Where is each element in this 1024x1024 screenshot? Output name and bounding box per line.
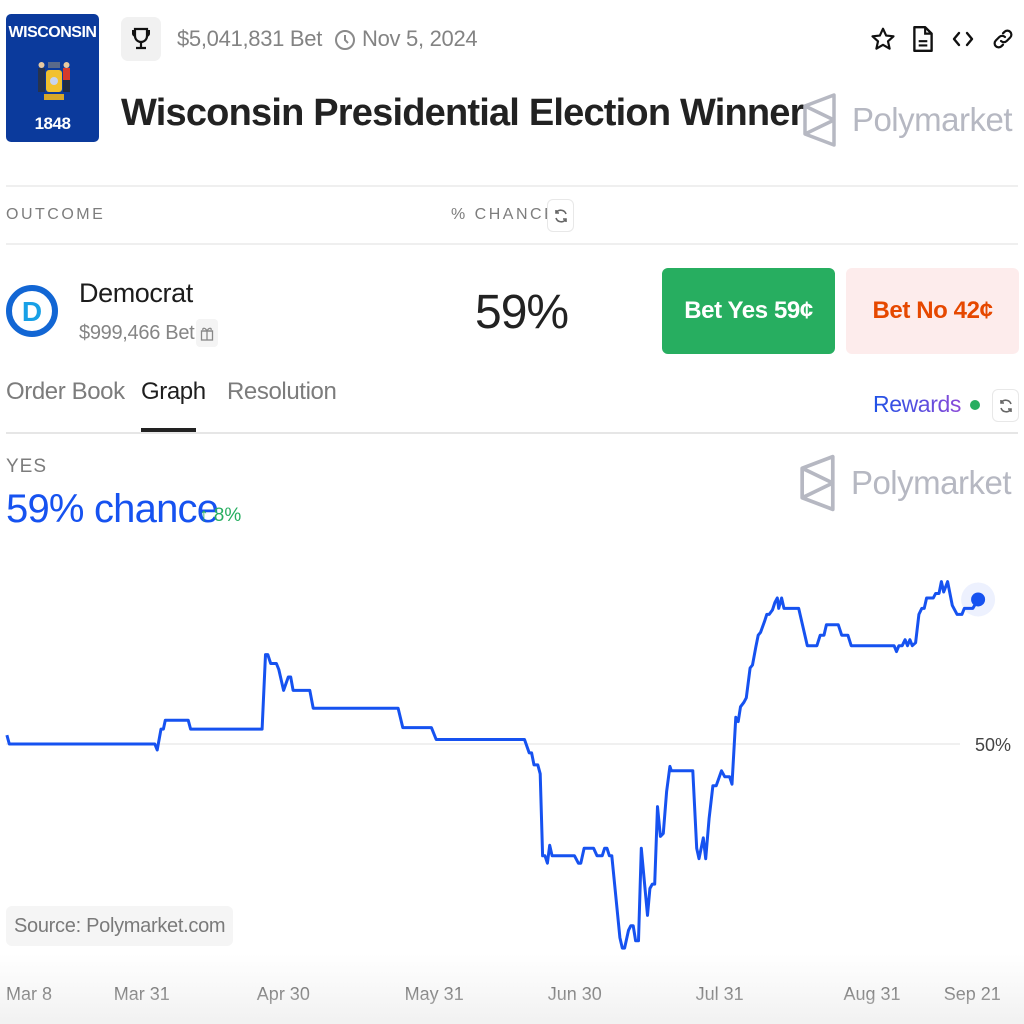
x-tick-label: Aug 31 bbox=[844, 984, 901, 1004]
x-tick-label: Mar 31 bbox=[114, 984, 170, 1004]
market-volume: $5,041,831 Bet bbox=[177, 26, 323, 51]
trophy-icon bbox=[132, 27, 150, 50]
outcome-name: Democrat bbox=[79, 278, 193, 308]
market-flag-image: WISCONSIN 1848 bbox=[6, 14, 99, 142]
rewards-status-dot bbox=[970, 400, 980, 410]
x-tick-label: Jun 30 bbox=[548, 984, 602, 1004]
polymarket-logo-icon bbox=[803, 93, 836, 147]
x-tick-label: Sep 21 bbox=[944, 984, 1001, 1004]
polymarket-logo: Polymarket bbox=[802, 92, 1013, 148]
tab-graph[interactable]: Graph bbox=[141, 378, 206, 406]
tab-order-book[interactable]: Order Book bbox=[6, 378, 125, 406]
state-seal-icon bbox=[38, 62, 70, 100]
outcome-column-header: OUTCOME bbox=[6, 206, 106, 223]
rewards-gift-button[interactable] bbox=[196, 319, 218, 347]
democrat-logo-icon: D bbox=[6, 285, 58, 337]
document-icon bbox=[913, 25, 933, 53]
rewards-link[interactable]: Rewards bbox=[873, 391, 961, 418]
tabs-divider bbox=[6, 432, 1018, 434]
graph-delta-value: 8% bbox=[213, 505, 242, 526]
x-tick-label: Apr 30 bbox=[257, 984, 310, 1004]
polymarket-wordmark: Polymarket bbox=[851, 101, 1013, 138]
header-actions bbox=[870, 24, 1016, 54]
polymarket-wordmark: Polymarket bbox=[850, 464, 1012, 501]
democrat-logo-letter: D bbox=[22, 296, 42, 327]
gift-icon bbox=[200, 327, 214, 341]
tab-resolution[interactable]: Resolution bbox=[227, 378, 337, 406]
favorite-button[interactable] bbox=[870, 24, 896, 54]
swap-outcome-button[interactable] bbox=[992, 389, 1019, 422]
chart-watermark-logo: Polymarket bbox=[799, 452, 1012, 514]
copy-link-button[interactable] bbox=[990, 24, 1016, 54]
market-end-date: Nov 5, 2024 bbox=[362, 26, 478, 51]
graph-delta: ↑ 8% bbox=[199, 505, 241, 527]
outcome-volume: $999,466 Bet bbox=[79, 322, 195, 344]
refresh-icon bbox=[999, 398, 1012, 413]
last-point-marker[interactable] bbox=[971, 592, 986, 607]
star-icon bbox=[871, 27, 895, 50]
clock-icon bbox=[335, 30, 355, 50]
document-button[interactable] bbox=[910, 24, 936, 54]
x-tick-label: May 31 bbox=[405, 984, 464, 1004]
chance-column-header: % CHANCE bbox=[451, 206, 558, 223]
bet-no-button[interactable]: Bet No 42¢ bbox=[846, 268, 1019, 354]
graph-side-label: YES bbox=[6, 456, 48, 477]
link-icon bbox=[993, 29, 1013, 49]
page-title: Wisconsin Presidential Election Winner bbox=[121, 92, 804, 134]
refresh-icon bbox=[554, 208, 567, 223]
active-tab-indicator bbox=[141, 428, 196, 432]
embed-button[interactable] bbox=[950, 24, 976, 54]
source-label: Source: Polymarket.com bbox=[6, 906, 234, 946]
price-history-chart[interactable]: Mar 8 Mar 31 Apr 30 May 31 Jun 30 Jul 31 Aug 3… bbox=[0, 540, 1024, 1024]
flag-bottom-text: 1848 bbox=[34, 114, 71, 133]
x-tick-label: Jul 31 bbox=[696, 984, 744, 1004]
x-tick-label: Mar 8 bbox=[6, 984, 52, 1004]
polymarket-logo-icon bbox=[800, 454, 835, 512]
flag-top-text: WISCONSIN bbox=[8, 24, 97, 41]
trophy-button[interactable] bbox=[121, 17, 161, 61]
header-divider bbox=[6, 185, 1018, 187]
arrow-up-icon: ↑ bbox=[199, 505, 209, 526]
y-tick-label: 50% bbox=[975, 735, 1011, 755]
outcome-chance: 59% bbox=[475, 286, 569, 339]
graph-current-chance: 59% chance bbox=[6, 487, 219, 531]
table-header-divider bbox=[6, 243, 1018, 245]
series-line-yes bbox=[5, 580, 980, 950]
code-icon bbox=[952, 31, 974, 47]
bet-yes-button[interactable]: Bet Yes 59¢ bbox=[662, 268, 835, 354]
toggle-chance-button[interactable] bbox=[547, 199, 574, 232]
